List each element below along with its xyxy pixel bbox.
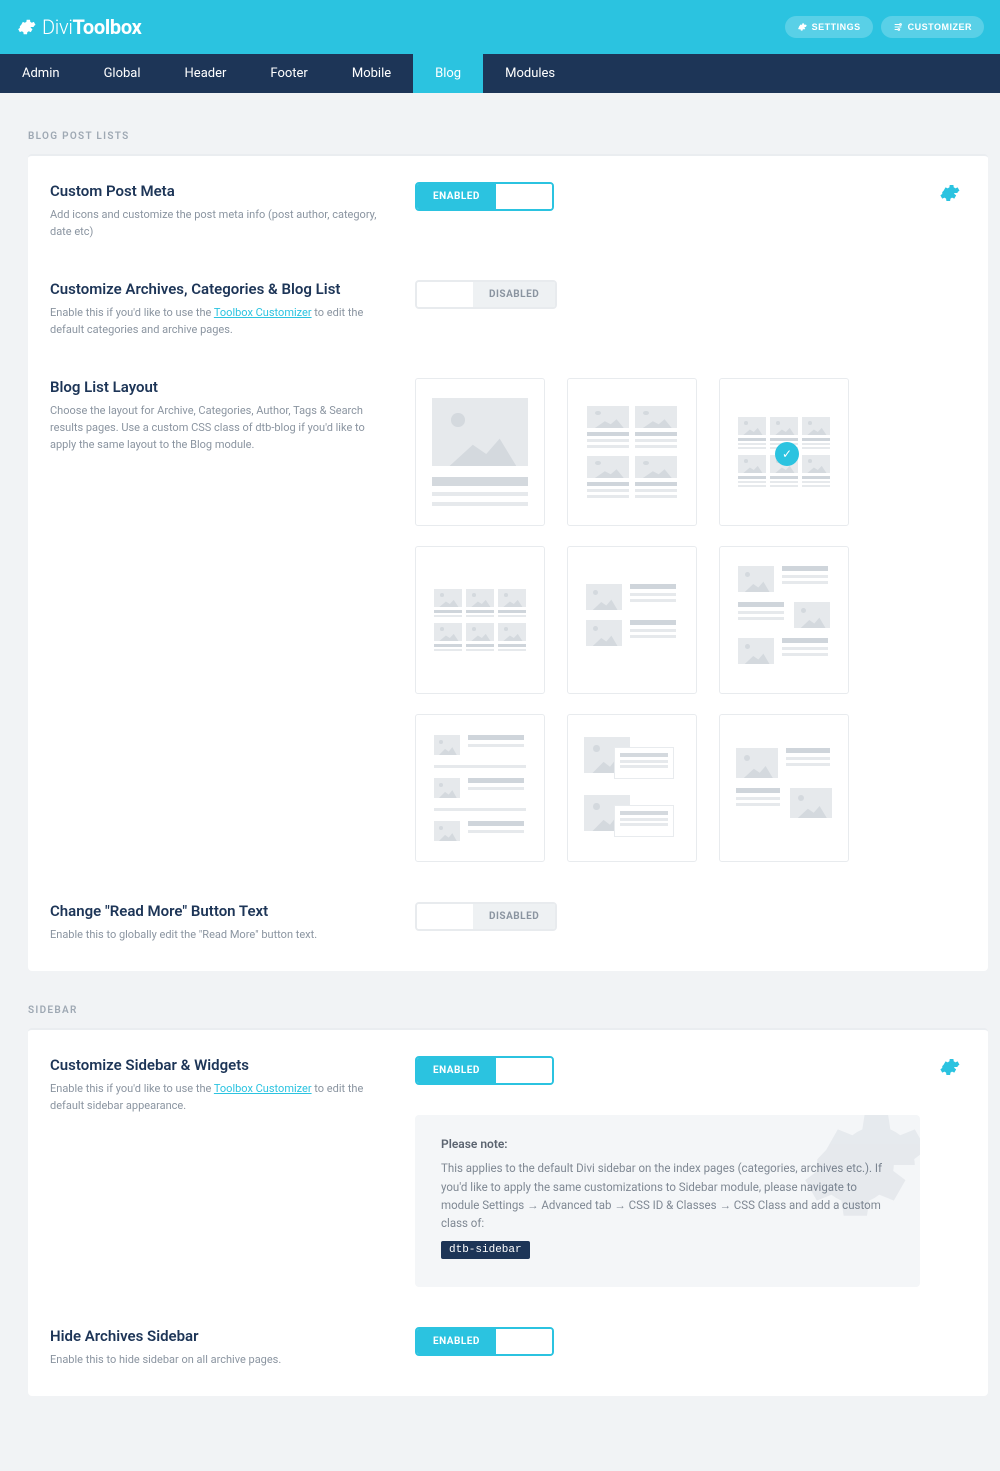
header-buttons: SETTINGS CUSTOMIZER — [785, 16, 984, 38]
layout-option-7[interactable] — [415, 714, 545, 862]
desc-read-more: Enable this to globally edit the "Read M… — [50, 926, 391, 943]
layout-option-2[interactable] — [567, 378, 697, 526]
layout-option-4[interactable] — [415, 546, 545, 694]
layout-option-1[interactable] — [415, 378, 545, 526]
nav-tabs: Admin Global Header Footer Mobile Blog M… — [0, 54, 1000, 93]
toggle-label: DISABLED — [473, 904, 555, 929]
tab-admin[interactable]: Admin — [0, 54, 82, 93]
link-toolbox-customizer[interactable]: Toolbox Customizer — [214, 1082, 312, 1095]
tab-blog[interactable]: Blog — [413, 54, 483, 93]
customizer-button[interactable]: CUSTOMIZER — [881, 16, 984, 38]
row-customize-archives: Customize Archives, Categories & Blog Li… — [50, 280, 960, 338]
link-toolbox-customizer[interactable]: Toolbox Customizer — [214, 306, 312, 319]
settings-label: SETTINGS — [812, 22, 861, 32]
desc-blog-list-layout: Choose the layout for Archive, Categorie… — [50, 402, 391, 453]
title-blog-list-layout: Blog List Layout — [50, 378, 391, 396]
layout-options: ✓ — [415, 378, 920, 862]
gear-icon — [790, 1115, 920, 1235]
row-custom-post-meta: Custom Post Meta Add icons and customize… — [50, 182, 960, 240]
settings-button[interactable]: SETTINGS — [785, 16, 873, 38]
toggle-customize-sidebar[interactable]: ENABLED — [415, 1056, 554, 1085]
gear-icon — [16, 17, 36, 37]
section-label-blog: BLOG POST LISTS — [28, 131, 988, 142]
code-badge: dtb-sidebar — [441, 1241, 530, 1259]
layout-option-6[interactable] — [719, 546, 849, 694]
desc-custom-post-meta: Add icons and customize the post meta in… — [50, 206, 391, 240]
layout-option-8[interactable] — [567, 714, 697, 862]
desc-customize-sidebar: Enable this if you'd like to use the Too… — [50, 1080, 391, 1114]
toggle-knob — [496, 1329, 552, 1354]
row-read-more: Change "Read More" Button Text Enable th… — [50, 902, 960, 943]
tab-modules[interactable]: Modules — [483, 54, 577, 93]
sliders-icon — [893, 22, 903, 32]
customizer-label: CUSTOMIZER — [908, 22, 972, 32]
gear-icon[interactable] — [938, 1056, 960, 1078]
tab-header[interactable]: Header — [163, 54, 249, 93]
row-hide-archives: Hide Archives Sidebar Enable this to hid… — [50, 1327, 960, 1368]
top-header: DiviToolbox SETTINGS CUSTOMIZER — [0, 0, 1000, 54]
logo: DiviToolbox — [16, 15, 142, 39]
desc-hide-archives: Enable this to hide sidebar on all archi… — [50, 1351, 391, 1368]
layout-option-9[interactable] — [719, 714, 849, 862]
toggle-read-more[interactable]: DISABLED — [415, 902, 557, 931]
tab-mobile[interactable]: Mobile — [330, 54, 413, 93]
toggle-hide-archives[interactable]: ENABLED — [415, 1327, 554, 1356]
toggle-knob — [496, 184, 552, 209]
logo-text-thin: Divi — [42, 15, 73, 39]
toggle-label: ENABLED — [417, 1329, 496, 1354]
title-read-more: Change "Read More" Button Text — [50, 902, 391, 920]
title-hide-archives: Hide Archives Sidebar — [50, 1327, 391, 1345]
layout-option-3[interactable]: ✓ — [719, 378, 849, 526]
toggle-custom-post-meta[interactable]: ENABLED — [415, 182, 554, 211]
toggle-label: ENABLED — [417, 184, 496, 209]
toggle-label: ENABLED — [417, 1058, 496, 1083]
toggle-knob — [496, 1058, 552, 1083]
title-customize-sidebar: Customize Sidebar & Widgets — [50, 1056, 391, 1074]
title-customize-archives: Customize Archives, Categories & Blog Li… — [50, 280, 391, 298]
toggle-knob — [417, 282, 473, 307]
row-blog-list-layout: Blog List Layout Choose the layout for A… — [50, 378, 960, 862]
desc-customize-archives: Enable this if you'd like to use the Too… — [50, 304, 391, 338]
title-custom-post-meta: Custom Post Meta — [50, 182, 391, 200]
gear-icon[interactable] — [938, 182, 960, 204]
panel-blog: Custom Post Meta Add icons and customize… — [28, 154, 988, 971]
layout-option-5[interactable] — [567, 546, 697, 694]
toggle-customize-archives[interactable]: DISABLED — [415, 280, 557, 309]
panel-sidebar: Customize Sidebar & Widgets Enable this … — [28, 1028, 988, 1396]
page-content: BLOG POST LISTS Custom Post Meta Add ico… — [0, 93, 1000, 1470]
logo-text-bold: Toolbox — [73, 15, 142, 39]
tab-global[interactable]: Global — [82, 54, 163, 93]
row-customize-sidebar: Customize Sidebar & Widgets Enable this … — [50, 1056, 960, 1287]
gear-icon — [797, 22, 807, 32]
toggle-label: DISABLED — [473, 282, 555, 307]
section-label-sidebar: SIDEBAR — [28, 1005, 988, 1016]
tab-footer[interactable]: Footer — [248, 54, 329, 93]
toggle-knob — [417, 904, 473, 929]
check-icon: ✓ — [775, 442, 799, 466]
info-box: Please note: This applies to the default… — [415, 1115, 920, 1287]
